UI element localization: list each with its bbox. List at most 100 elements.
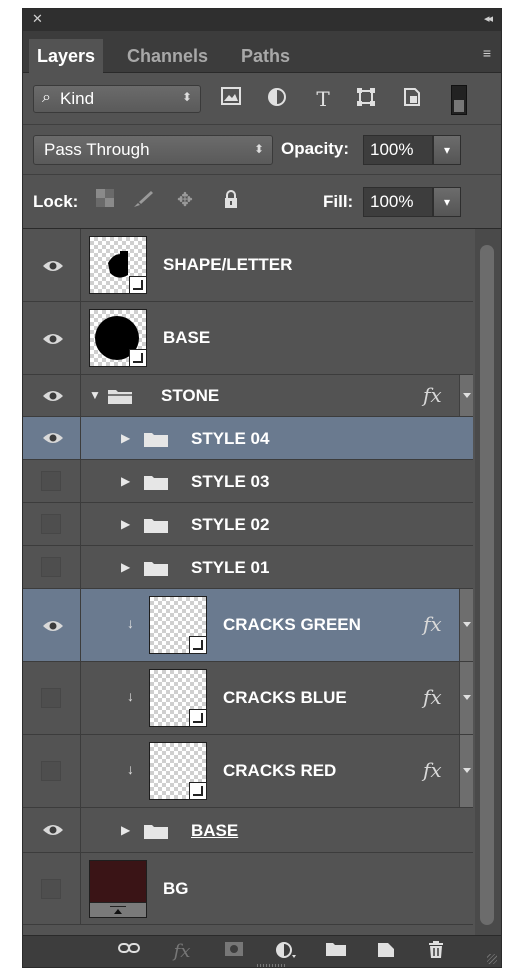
panel-resize-handle[interactable] <box>257 964 285 967</box>
visibility-cell[interactable] <box>23 853 81 924</box>
visibility-cell[interactable] <box>23 375 81 416</box>
effects-toggle-icon[interactable] <box>459 589 473 661</box>
visibility-cell[interactable] <box>23 302 81 374</box>
layers-panel: ✕ ◂◂ Layers Channels Paths ≡ ⌕ Kind ⬍ T <box>22 8 502 968</box>
layer-name[interactable]: STYLE 02 <box>191 515 269 535</box>
layer-name[interactable]: CRACKS BLUE <box>223 688 347 708</box>
visibility-cell[interactable] <box>23 808 81 852</box>
eye-icon[interactable] <box>42 332 64 346</box>
layer-row-cracks-blue[interactable]: ↓ CRACKS BLUE fx <box>23 662 473 735</box>
tab-channels[interactable]: Channels <box>119 39 216 73</box>
visibility-cell[interactable] <box>23 735 81 807</box>
lock-position-icon[interactable]: ✥ <box>173 189 197 213</box>
effects-toggle-icon[interactable] <box>459 662 473 734</box>
layer-row-stone[interactable]: ▼ STONE fx <box>23 375 473 417</box>
tab-layers[interactable]: Layers <box>29 39 104 73</box>
delete-layer-icon[interactable] <box>425 941 447 961</box>
scrollbar-thumb[interactable] <box>480 245 494 925</box>
visibility-cell[interactable] <box>23 662 81 734</box>
layer-row-base-group[interactable]: ▶ BASE <box>23 808 473 853</box>
hidden-visibility-box[interactable] <box>41 879 61 899</box>
search-icon: ⌕ <box>42 89 51 106</box>
layer-row-style-02[interactable]: ▶ STYLE 02 <box>23 503 473 546</box>
kind-filter-select[interactable]: ⌕ Kind ⬍ <box>33 85 201 113</box>
layer-name[interactable]: STONE <box>161 386 219 406</box>
smart-object-filter-icon[interactable] <box>401 87 423 109</box>
lock-image-pixels-icon[interactable] <box>131 189 155 213</box>
lock-all-icon[interactable] <box>219 189 243 213</box>
tab-paths[interactable]: Paths <box>233 39 298 73</box>
layer-row-style-03[interactable]: ▶ STYLE 03 <box>23 460 473 503</box>
blend-row: Pass Through ⬍ Opacity: 100% ▾ <box>23 125 501 175</box>
eye-icon[interactable] <box>42 389 64 403</box>
hidden-visibility-box[interactable] <box>41 557 61 577</box>
eye-icon[interactable] <box>42 823 64 837</box>
layer-name[interactable]: BG <box>163 879 189 899</box>
new-adjustment-icon[interactable] <box>275 941 297 961</box>
layer-row-cracks-green[interactable]: ↓ CRACKS GREEN fx <box>23 589 473 662</box>
opacity-label: Opacity: <box>281 139 350 158</box>
add-mask-icon[interactable] <box>223 941 245 961</box>
visibility-cell[interactable] <box>23 229 81 301</box>
eye-icon[interactable] <box>42 259 64 273</box>
image-filter-icon[interactable] <box>220 87 242 109</box>
resize-grip-icon[interactable] <box>487 954 497 964</box>
group-collapsed-triangle-icon[interactable]: ▶ <box>121 431 130 445</box>
opacity-dropdown-button[interactable]: ▾ <box>433 135 461 165</box>
effects-toggle-icon[interactable] <box>459 735 473 807</box>
layer-name[interactable]: BASE <box>163 328 210 348</box>
fill-field[interactable]: 100% <box>363 187 433 217</box>
opacity-field[interactable]: 100% <box>363 135 433 165</box>
group-collapsed-triangle-icon[interactable]: ▶ <box>121 823 130 837</box>
layer-effects-icon[interactable]: fx <box>423 612 442 636</box>
filter-toggle-icon[interactable] <box>451 85 467 115</box>
close-icon[interactable]: ✕ <box>32 11 43 27</box>
visibility-cell[interactable] <box>23 460 81 502</box>
group-collapsed-triangle-icon[interactable]: ▶ <box>121 560 130 574</box>
layer-name[interactable]: CRACKS GREEN <box>223 615 361 635</box>
smart-object-icon <box>189 709 207 727</box>
hidden-visibility-box[interactable] <box>41 688 61 708</box>
layer-name[interactable]: STYLE 04 <box>191 429 269 449</box>
group-collapsed-triangle-icon[interactable]: ▶ <box>121 474 130 488</box>
new-layer-icon[interactable] <box>375 941 397 961</box>
layer-name[interactable]: STYLE 03 <box>191 472 269 492</box>
layer-row-bg[interactable]: BG <box>23 853 473 925</box>
type-filter-icon[interactable]: T <box>312 87 334 111</box>
group-collapsed-triangle-icon[interactable]: ▶ <box>121 517 130 531</box>
visibility-cell[interactable] <box>23 589 81 661</box>
new-group-icon[interactable] <box>325 941 347 961</box>
link-layers-icon[interactable] <box>118 941 140 961</box>
layer-name[interactable]: CRACKS RED <box>223 761 336 781</box>
panel-menu-icon[interactable]: ≡ <box>483 45 491 61</box>
hidden-visibility-box[interactable] <box>41 761 61 781</box>
eye-icon[interactable] <box>42 431 64 445</box>
lock-transparent-pixels-icon[interactable] <box>93 189 117 213</box>
layer-name[interactable]: SHAPE/LETTER <box>163 255 292 275</box>
layer-effects-icon[interactable]: fx <box>423 758 442 782</box>
collapse-icon[interactable]: ◂◂ <box>484 12 493 25</box>
layer-name[interactable]: STYLE 01 <box>191 558 269 578</box>
hidden-visibility-box[interactable] <box>41 471 61 491</box>
shape-filter-icon[interactable] <box>355 87 377 109</box>
layer-row-style-01[interactable]: ▶ STYLE 01 <box>23 546 473 589</box>
layer-name[interactable]: BASE <box>191 821 238 841</box>
effects-toggle-icon[interactable] <box>459 375 473 416</box>
visibility-cell[interactable] <box>23 546 81 588</box>
fill-dropdown-button[interactable]: ▾ <box>433 187 461 217</box>
layer-effects-icon[interactable]: fx <box>423 383 442 407</box>
visibility-cell[interactable] <box>23 503 81 545</box>
eye-icon[interactable] <box>42 619 64 633</box>
layer-row-shape-letter[interactable]: SHAPE/LETTER <box>23 229 473 302</box>
group-expanded-triangle-icon[interactable]: ▼ <box>89 388 101 402</box>
layer-style-icon[interactable]: fx <box>171 941 193 962</box>
hidden-visibility-box[interactable] <box>41 514 61 534</box>
layer-row-cracks-red[interactable]: ↓ CRACKS RED fx <box>23 735 473 808</box>
adjustment-filter-icon[interactable] <box>266 87 288 109</box>
layer-effects-icon[interactable]: fx <box>423 685 442 709</box>
layer-row-base[interactable]: BASE <box>23 302 473 375</box>
layer-thumbnail <box>89 236 147 294</box>
blend-mode-select[interactable]: Pass Through ⬍ <box>33 135 273 165</box>
layer-row-style-04[interactable]: ▶ STYLE 04 <box>23 417 473 460</box>
visibility-cell[interactable] <box>23 417 81 459</box>
